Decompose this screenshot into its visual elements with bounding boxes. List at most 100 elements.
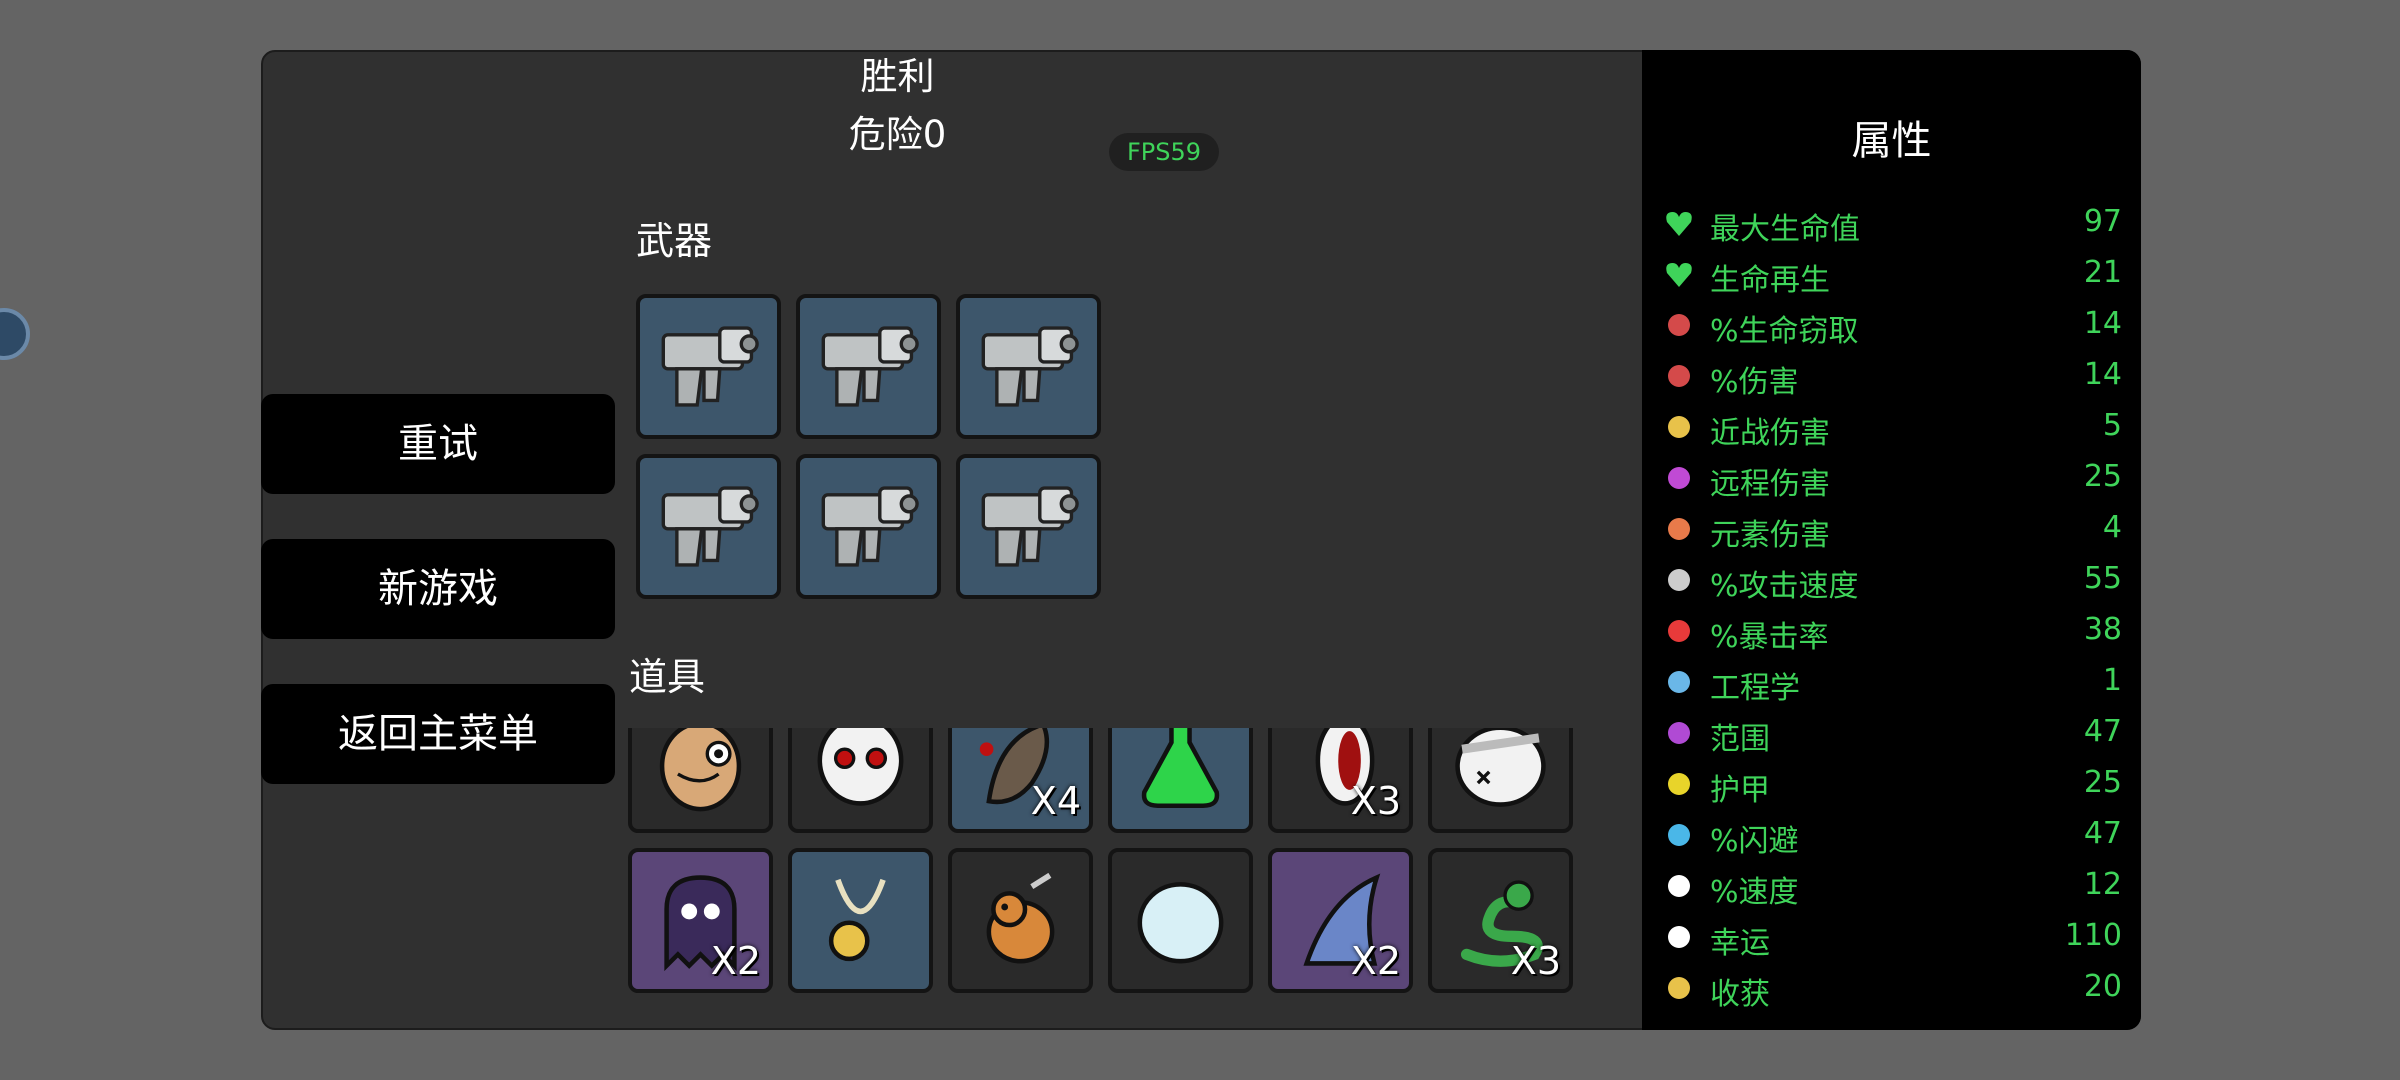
medal-icon xyxy=(804,864,917,977)
danger-level: 危险0 xyxy=(848,113,947,156)
item-slot[interactable] xyxy=(948,848,1093,993)
stat-value: 97 xyxy=(2083,204,2122,239)
item-slot[interactable]: X3 xyxy=(1428,848,1573,993)
dice-icon xyxy=(1662,920,1696,954)
item-slot[interactable]: X4 xyxy=(948,728,1093,833)
stat-value: 14 xyxy=(2083,306,2122,341)
stat-value: 20 xyxy=(2083,969,2122,1004)
muscle-icon xyxy=(1662,359,1696,393)
gun-icon xyxy=(652,310,765,423)
potato-face-icon xyxy=(644,728,757,817)
stat-value: 1 xyxy=(2102,663,2122,698)
stat-row: 工程学 1 xyxy=(1662,659,2122,706)
shield-icon xyxy=(1662,767,1696,801)
heart-icon xyxy=(1662,206,1696,240)
crit-icon xyxy=(1662,614,1696,648)
snowball-icon xyxy=(1124,864,1237,977)
stat-value: 12 xyxy=(2083,867,2122,902)
stat-label: 范围 xyxy=(1710,722,1770,757)
item-slot[interactable]: X3 xyxy=(1268,728,1413,833)
weapon-slot[interactable] xyxy=(636,454,781,599)
weapon-slot[interactable] xyxy=(796,294,941,439)
new-game-button[interactable]: 新游戏 xyxy=(261,539,615,639)
item-count: X4 xyxy=(1030,779,1081,823)
stat-value: 14 xyxy=(2083,357,2122,392)
stat-row: 生命再生 21 xyxy=(1662,251,2122,298)
stat-row: %伤害 14 xyxy=(1662,353,2122,400)
item-slot[interactable]: X2 xyxy=(628,848,773,993)
stat-value: 55 xyxy=(2083,561,2122,596)
stat-row: 幸运 110 xyxy=(1662,914,2122,961)
gun-icon xyxy=(652,470,765,583)
stat-label: 元素伤害 xyxy=(1710,518,1830,553)
item-count: X2 xyxy=(1350,939,1401,983)
stat-label: %速度 xyxy=(1710,875,1799,910)
weapons-heading: 武器 xyxy=(636,219,713,263)
fang-icon xyxy=(1662,308,1696,342)
stat-label: %暴击率 xyxy=(1710,620,1829,655)
weapon-slot[interactable] xyxy=(956,294,1101,439)
weapon-slot[interactable] xyxy=(796,454,941,599)
side-handle[interactable] xyxy=(0,308,30,360)
gun-icon xyxy=(812,310,925,423)
stat-value: 25 xyxy=(2083,459,2122,494)
stat-row: %闪避 47 xyxy=(1662,812,2122,859)
item-count: X3 xyxy=(1350,779,1401,823)
stat-label: 最大生命值 xyxy=(1710,212,1860,247)
stat-value: 110 xyxy=(2064,918,2122,953)
gun-icon xyxy=(812,470,925,583)
stat-label: %伤害 xyxy=(1710,365,1799,400)
stat-label: 护甲 xyxy=(1710,773,1770,808)
item-slot[interactable] xyxy=(1428,728,1573,833)
weapon-slot[interactable] xyxy=(636,294,781,439)
stat-row: %速度 12 xyxy=(1662,863,2122,910)
item-slot[interactable]: X2 xyxy=(1268,848,1413,993)
stat-value: 25 xyxy=(2083,765,2122,800)
stat-value: 5 xyxy=(2102,408,2122,443)
hourglass-icon xyxy=(1662,563,1696,597)
stat-row: 元素伤害 4 xyxy=(1662,506,2122,553)
stat-label: 收获 xyxy=(1710,977,1770,1012)
item-slot[interactable] xyxy=(788,848,933,993)
stat-value: 47 xyxy=(2083,816,2122,851)
stat-row: 收获 20 xyxy=(1662,965,2122,1012)
bow-icon xyxy=(1662,461,1696,495)
item-slot[interactable] xyxy=(1108,848,1253,993)
skull-mask-icon xyxy=(804,728,917,817)
wheat-icon xyxy=(1662,971,1696,1005)
item-slot[interactable] xyxy=(788,728,933,833)
item-count: X3 xyxy=(1510,939,1561,983)
stat-value: 38 xyxy=(2083,612,2122,647)
fps-counter: FPS59 xyxy=(1109,133,1219,171)
stats-panel: 属性 最大生命值 97 生命再生 21 %生命窃取 14 %伤害 14 近战伤害 5 远程伤害 25 元… xyxy=(1642,50,2141,1030)
stat-row: 近战伤害 5 xyxy=(1662,404,2122,451)
stat-row: 远程伤害 25 xyxy=(1662,455,2122,502)
items-heading: 道具 xyxy=(629,655,706,699)
item-slot[interactable] xyxy=(1108,728,1253,833)
stat-row: %攻击速度 55 xyxy=(1662,557,2122,604)
stat-row: 最大生命值 97 xyxy=(1662,200,2122,247)
stat-row: 范围 47 xyxy=(1662,710,2122,757)
stat-row: %生命窃取 14 xyxy=(1662,302,2122,349)
items-grid: X4 X3 X2 X2 X3 xyxy=(620,728,1580,1028)
item-count: X2 xyxy=(710,939,761,983)
stat-label: 生命再生 xyxy=(1710,263,1830,298)
boot-icon xyxy=(1662,869,1696,903)
stat-label: %闪避 xyxy=(1710,824,1799,859)
stats-title: 属性 xyxy=(1851,118,1932,164)
main-menu-button[interactable]: 返回主菜单 xyxy=(261,684,615,784)
wrench-icon xyxy=(1662,665,1696,699)
stat-row: %暴击率 38 xyxy=(1662,608,2122,655)
result-title: 胜利 xyxy=(860,55,935,98)
item-slot[interactable] xyxy=(628,728,773,833)
retry-button[interactable]: 重试 xyxy=(261,394,615,494)
gun-icon xyxy=(972,310,1085,423)
stat-label: 远程伤害 xyxy=(1710,467,1830,502)
stat-label: 工程学 xyxy=(1710,671,1800,706)
stat-value: 21 xyxy=(2083,255,2122,290)
stat-label: 幸运 xyxy=(1710,926,1770,961)
bandaged-head-icon xyxy=(1444,728,1557,817)
gun-icon xyxy=(972,470,1085,583)
stat-label: %攻击速度 xyxy=(1710,569,1859,604)
weapon-slot[interactable] xyxy=(956,454,1101,599)
